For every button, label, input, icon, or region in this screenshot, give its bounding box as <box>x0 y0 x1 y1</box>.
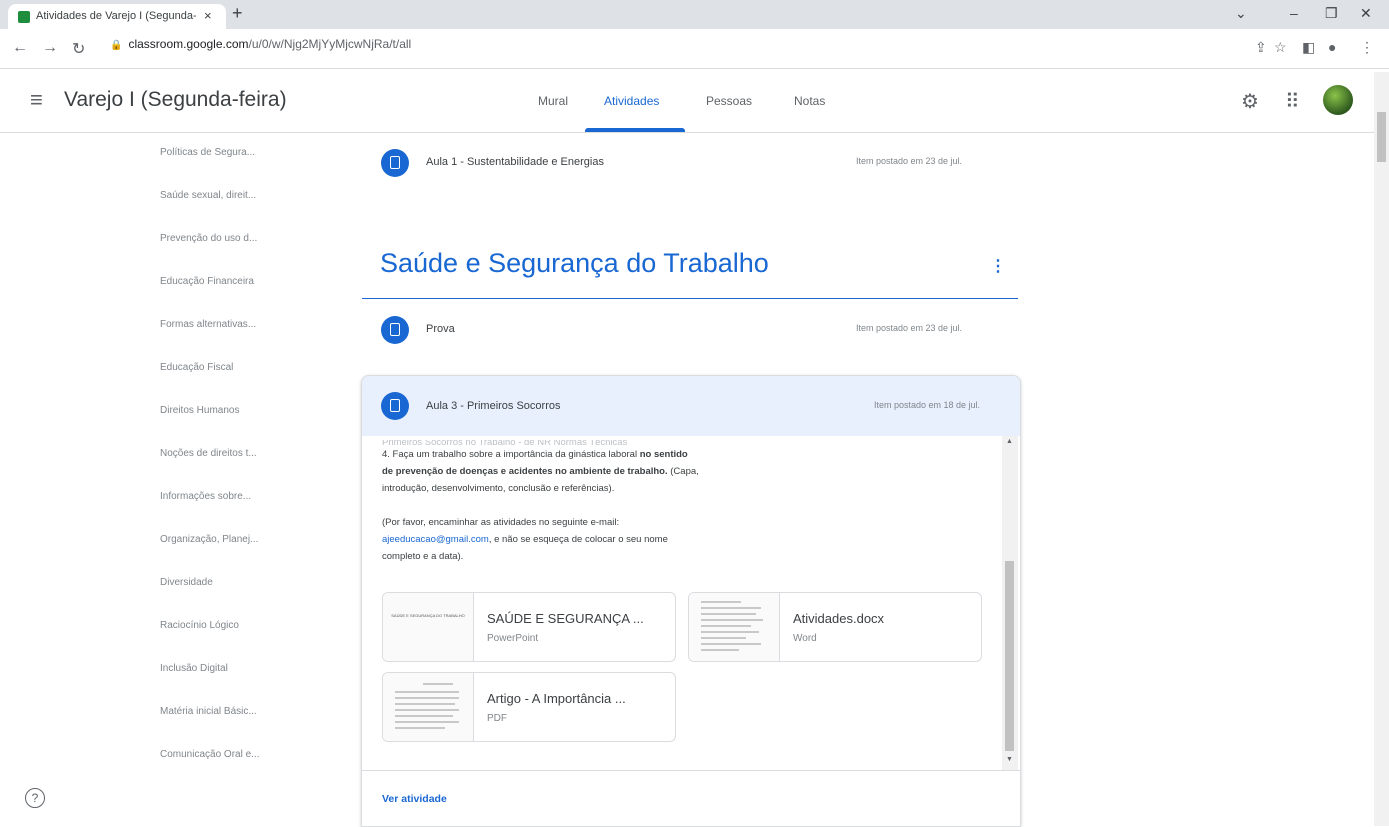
sidebar-item[interactable]: Diversidade <box>160 577 300 620</box>
attachment-card[interactable]: SAÚDE E SEGURANÇA DO TRABALHO SAÚDE E SE… <box>382 592 676 662</box>
url-path: /u/0/w/Njg2MjYyMjcwNjRa/t/all <box>248 37 412 51</box>
attachment-name: SAÚDE E SEGURANÇA ... <box>487 611 644 626</box>
sidebar-item[interactable]: Comunicação Oral e... <box>160 749 300 792</box>
tab-pessoas[interactable]: Pessoas <box>706 94 752 108</box>
lock-icon: 🔒 <box>110 40 123 51</box>
expanded-assignment-card: Aula 3 - Primeiros Socorros Item postado… <box>361 375 1021 827</box>
sidebar-item[interactable]: Informações sobre... <box>160 491 300 534</box>
sidebar-item[interactable]: Organização, Planej... <box>160 534 300 577</box>
avatar[interactable] <box>1323 85 1353 115</box>
attachment-card[interactable]: Atividades.docx Word <box>688 592 982 662</box>
topic-sidebar: Políticas de Segura... Saúde sexual, dir… <box>160 147 300 792</box>
attachment-thumbnail: SAÚDE E SEGURANÇA DO TRABALHO <box>383 593 474 661</box>
tab-notas[interactable]: Notas <box>794 94 825 108</box>
sidebar-item[interactable]: Noções de direitos t... <box>160 448 300 491</box>
thumbnail-text: SAÚDE E SEGURANÇA DO TRABALHO <box>391 613 465 618</box>
attachment-card[interactable]: Artigo - A Importância ... PDF <box>382 672 676 742</box>
assignment-date: Item postado em 18 de jul. <box>873 400 980 410</box>
expanded-assignment-header[interactable]: Aula 3 - Primeiros Socorros Item postado… <box>362 376 1020 436</box>
assignment-title: Aula 1 - Sustentabilidade e Energias <box>426 156 604 168</box>
browser-menu-icon[interactable]: ⋮ <box>1360 39 1374 56</box>
sidebar-item[interactable]: Matéria inicial Básic... <box>160 706 300 749</box>
classroom-favicon-icon <box>18 11 30 23</box>
assignment-date: Item postado em 23 de jul. <box>855 156 962 166</box>
sidepanel-icon[interactable]: ◧ <box>1302 39 1315 56</box>
email-link[interactable]: ajeeducacao@gmail.com <box>382 534 489 545</box>
attachment-name: Atividades.docx <box>793 611 885 626</box>
url-host: classroom.google.com <box>128 37 249 51</box>
view-assignment-link[interactable]: Ver atividade <box>382 793 447 805</box>
attachment-thumbnail <box>383 673 474 741</box>
back-icon[interactable]: ← <box>12 39 28 57</box>
assignment-icon <box>381 316 409 344</box>
browser-tab-bar: Atividades de Varejo I (Segunda- × + ⌄ –… <box>0 0 1389 29</box>
instr-line: completo e a data). <box>382 551 464 562</box>
sidebar-item[interactable]: Inclusão Digital <box>160 663 300 706</box>
active-tab-indicator <box>585 128 685 132</box>
url-field[interactable]: 🔒 classroom.google.com/u/0/w/Njg2MjYyMjcw… <box>110 37 411 51</box>
assignment-instructions: Primeiros Socorros no Trabalho - de NR N… <box>382 440 782 565</box>
sidebar-item[interactable]: Formas alternativas... <box>160 319 300 362</box>
assignment-date: Item postado em 23 de jul. <box>855 323 962 333</box>
instr-bold: no sentido <box>639 449 688 460</box>
topic-divider <box>362 298 1018 299</box>
assignment-row[interactable]: Prova Item postado em 23 de jul. <box>362 305 1018 357</box>
browser-tab[interactable]: Atividades de Varejo I (Segunda- × <box>8 4 226 29</box>
tab-close-icon[interactable]: × <box>204 8 212 23</box>
instr-bold: de prevenção de doenças e acidentes no a… <box>382 466 668 477</box>
attachment-type: PDF <box>487 713 507 724</box>
sidebar-item[interactable]: Raciocínio Lógico <box>160 620 300 663</box>
apps-grid-icon[interactable]: ⠿ <box>1285 89 1300 114</box>
assignment-row[interactable]: Aula 1 - Sustentabilidade e Energias Ite… <box>362 138 1018 190</box>
settings-gear-icon[interactable]: ⚙ <box>1241 89 1259 114</box>
sidebar-item[interactable]: Políticas de Segura... <box>160 147 300 190</box>
help-icon[interactable]: ? <box>25 788 45 808</box>
forward-icon[interactable]: → <box>42 39 58 57</box>
address-bar: ← → ↻ 🔒 classroom.google.com/u/0/w/Njg2Mj… <box>0 29 1389 69</box>
new-tab-button[interactable]: + <box>232 3 243 24</box>
sidebar-item[interactable]: Prevenção do uso d... <box>160 233 300 276</box>
attachment-thumbnail <box>689 593 780 661</box>
sidebar-item[interactable]: Direitos Humanos <box>160 405 300 448</box>
share-icon[interactable]: ⇪ <box>1255 39 1267 56</box>
page-scrollbar-thumb[interactable] <box>1377 112 1386 162</box>
card-footer: Ver atividade <box>362 770 1020 826</box>
reload-icon[interactable]: ↻ <box>72 39 85 59</box>
classroom-header: ≡ Varejo I (Segunda-feira) Mural Ativida… <box>0 69 1389 133</box>
close-window-icon[interactable]: ✕ <box>1360 5 1372 22</box>
tab-search-icon[interactable]: ⌄ <box>1235 5 1247 22</box>
sidebar-item[interactable]: Educação Fiscal <box>160 362 300 405</box>
details-scrollbar[interactable]: ▲ ▼ <box>1002 436 1018 770</box>
profile-icon[interactable]: ● <box>1328 39 1336 55</box>
topic-more-options-icon[interactable]: ⋮ <box>990 256 1006 276</box>
topic-title: Saúde e Segurança do Trabalho <box>380 248 769 278</box>
restore-icon[interactable]: ❐ <box>1325 5 1338 22</box>
instr-line: 4. Faça um trabalho sobre a importância … <box>382 449 638 460</box>
scroll-down-arrow-icon[interactable]: ▼ <box>1006 756 1013 763</box>
attachment-type: PowerPoint <box>487 633 539 644</box>
browser-tab-title: Atividades de Varejo I (Segunda- <box>36 10 196 22</box>
assignment-title: Aula 3 - Primeiros Socorros <box>426 400 561 412</box>
sidebar-item[interactable]: Educação Financeira <box>160 276 300 319</box>
details-scrollbar-thumb[interactable] <box>1005 561 1014 751</box>
assignment-icon <box>381 149 409 177</box>
instr-line: (Capa, <box>670 466 699 477</box>
page-scrollbar[interactable] <box>1374 72 1389 826</box>
attachment-name: Artigo - A Importância ... <box>487 691 626 706</box>
course-title[interactable]: Varejo I (Segunda-feira) <box>64 88 287 112</box>
attachment-type: Word <box>793 633 817 644</box>
assignment-details[interactable]: Primeiros Socorros no Trabalho - de NR N… <box>362 436 1020 770</box>
assignment-icon <box>381 392 409 420</box>
scroll-up-arrow-icon[interactable]: ▲ <box>1006 438 1013 445</box>
tab-atividades[interactable]: Atividades <box>604 94 659 108</box>
tab-mural[interactable]: Mural <box>538 94 568 108</box>
bookmark-star-icon[interactable]: ☆ <box>1274 39 1287 56</box>
minimize-icon[interactable]: – <box>1290 5 1298 21</box>
instr-line: (Por favor, encaminhar as atividades no … <box>382 517 620 528</box>
assignment-title: Prova <box>426 323 455 335</box>
instr-line: , e não se esqueça de colocar o seu nome <box>488 534 668 545</box>
sidebar-item[interactable]: Saúde sexual, direit... <box>160 190 300 233</box>
hamburger-menu-icon[interactable]: ≡ <box>30 87 43 113</box>
instr-line: introdução, desenvolvimento, conclusão e… <box>382 483 615 494</box>
